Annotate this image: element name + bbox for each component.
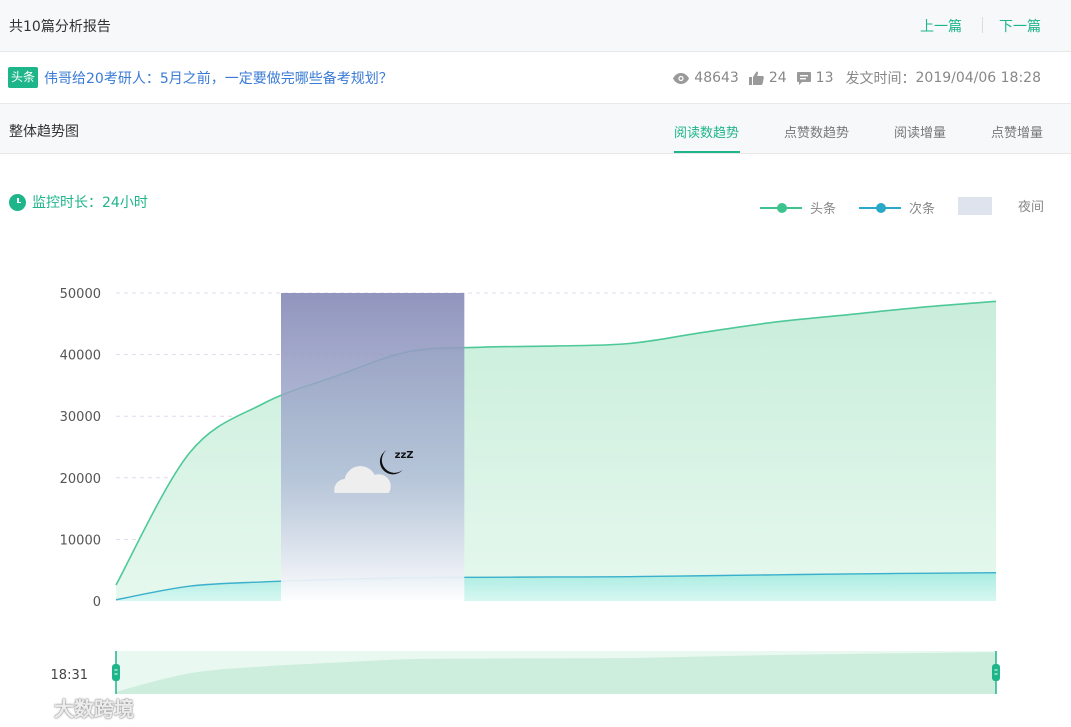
y-tick-label: 50000 bbox=[60, 287, 101, 302]
tab-like-increment[interactable]: 点赞增量 bbox=[991, 122, 1043, 141]
report-count: 共10篇分析报告 bbox=[9, 19, 111, 35]
night-band bbox=[281, 293, 465, 601]
series-area-secondary bbox=[116, 572, 996, 601]
legend-headline-label: 头条 bbox=[810, 202, 837, 217]
publish-time-stat: 发文时间： 2019/04/06 18:28 bbox=[846, 68, 1042, 88]
monitor-duration-label: 监控时长：24小时 bbox=[32, 195, 148, 211]
y-tick-label: 20000 bbox=[60, 472, 101, 487]
comments-count: 13 bbox=[815, 70, 834, 86]
eye-icon bbox=[673, 72, 690, 84]
y-tick-label: 40000 bbox=[60, 349, 101, 364]
sleep-z-icon: zzZ bbox=[395, 450, 414, 461]
zoom-start-label: 18:31 bbox=[51, 668, 88, 683]
zoom-handle-right bbox=[992, 664, 1000, 681]
cloud-icon bbox=[334, 466, 391, 493]
comment-icon bbox=[796, 71, 811, 85]
views-count: 48643 bbox=[694, 70, 739, 86]
zoom-preview-area bbox=[116, 652, 996, 694]
watermark: 大数跨境 bbox=[10, 693, 134, 722]
legend-night-label: 夜间 bbox=[1018, 200, 1045, 215]
publish-time: 2019/04/06 18:28 bbox=[915, 70, 1042, 86]
series-line-secondary bbox=[115, 571, 997, 601]
tab-read-increment[interactable]: 阅读增量 bbox=[894, 122, 946, 141]
active-tab-indicator bbox=[674, 151, 740, 153]
tab-read-trend[interactable]: 阅读数趋势 bbox=[674, 122, 739, 141]
y-tick-label: 30000 bbox=[60, 410, 101, 425]
legend-headline[interactable]: 头条 bbox=[760, 198, 836, 217]
legend-night: 夜间 bbox=[958, 196, 1044, 215]
legend-secondary[interactable]: 次条 bbox=[859, 198, 935, 217]
series-area-headline bbox=[116, 301, 996, 601]
views-stat: 48643 bbox=[673, 70, 739, 86]
series-line-headline bbox=[115, 300, 997, 586]
tab-like-trend[interactable]: 点赞数趋势 bbox=[784, 122, 849, 141]
article-title-link[interactable]: 伟哥给20考研人：5月之前，一定要做完哪些备考规划？ bbox=[44, 68, 393, 88]
comments-stat: 13 bbox=[796, 70, 834, 86]
secondary-legend-marker bbox=[859, 202, 901, 213]
watermark-text: 大数跨境 bbox=[54, 697, 134, 721]
report-nav-bar bbox=[0, 0, 1071, 52]
article-stats: 48643 24 13 发文时间： 2019/04/06 18:28 bbox=[663, 68, 1041, 88]
nav-divider bbox=[982, 17, 983, 33]
headline-legend-marker bbox=[760, 202, 802, 213]
likes-stat: 24 bbox=[748, 70, 787, 86]
next-button[interactable]: 下一篇 bbox=[999, 16, 1041, 36]
y-tick-label: 0 bbox=[93, 595, 101, 610]
monitor-duration: 监控时长：24小时 bbox=[9, 192, 148, 212]
section-title: 整体趋势图 bbox=[9, 124, 79, 140]
moon-icon bbox=[379, 450, 403, 475]
thumbs-up-icon bbox=[748, 71, 764, 85]
clock-icon bbox=[9, 193, 26, 211]
night-legend-swatch bbox=[958, 196, 992, 215]
headline-tag: 头条 bbox=[8, 67, 39, 88]
zoom-handle-left bbox=[112, 664, 120, 681]
legend-secondary-label: 次条 bbox=[909, 202, 936, 217]
watermark-logo-icon bbox=[10, 697, 48, 718]
prev-button[interactable]: 上一篇 bbox=[920, 16, 962, 36]
publish-label: 发文时间： bbox=[845, 71, 916, 87]
likes-count: 24 bbox=[768, 70, 787, 86]
y-tick-label: 10000 bbox=[60, 533, 101, 548]
zoom-track bbox=[116, 651, 996, 694]
